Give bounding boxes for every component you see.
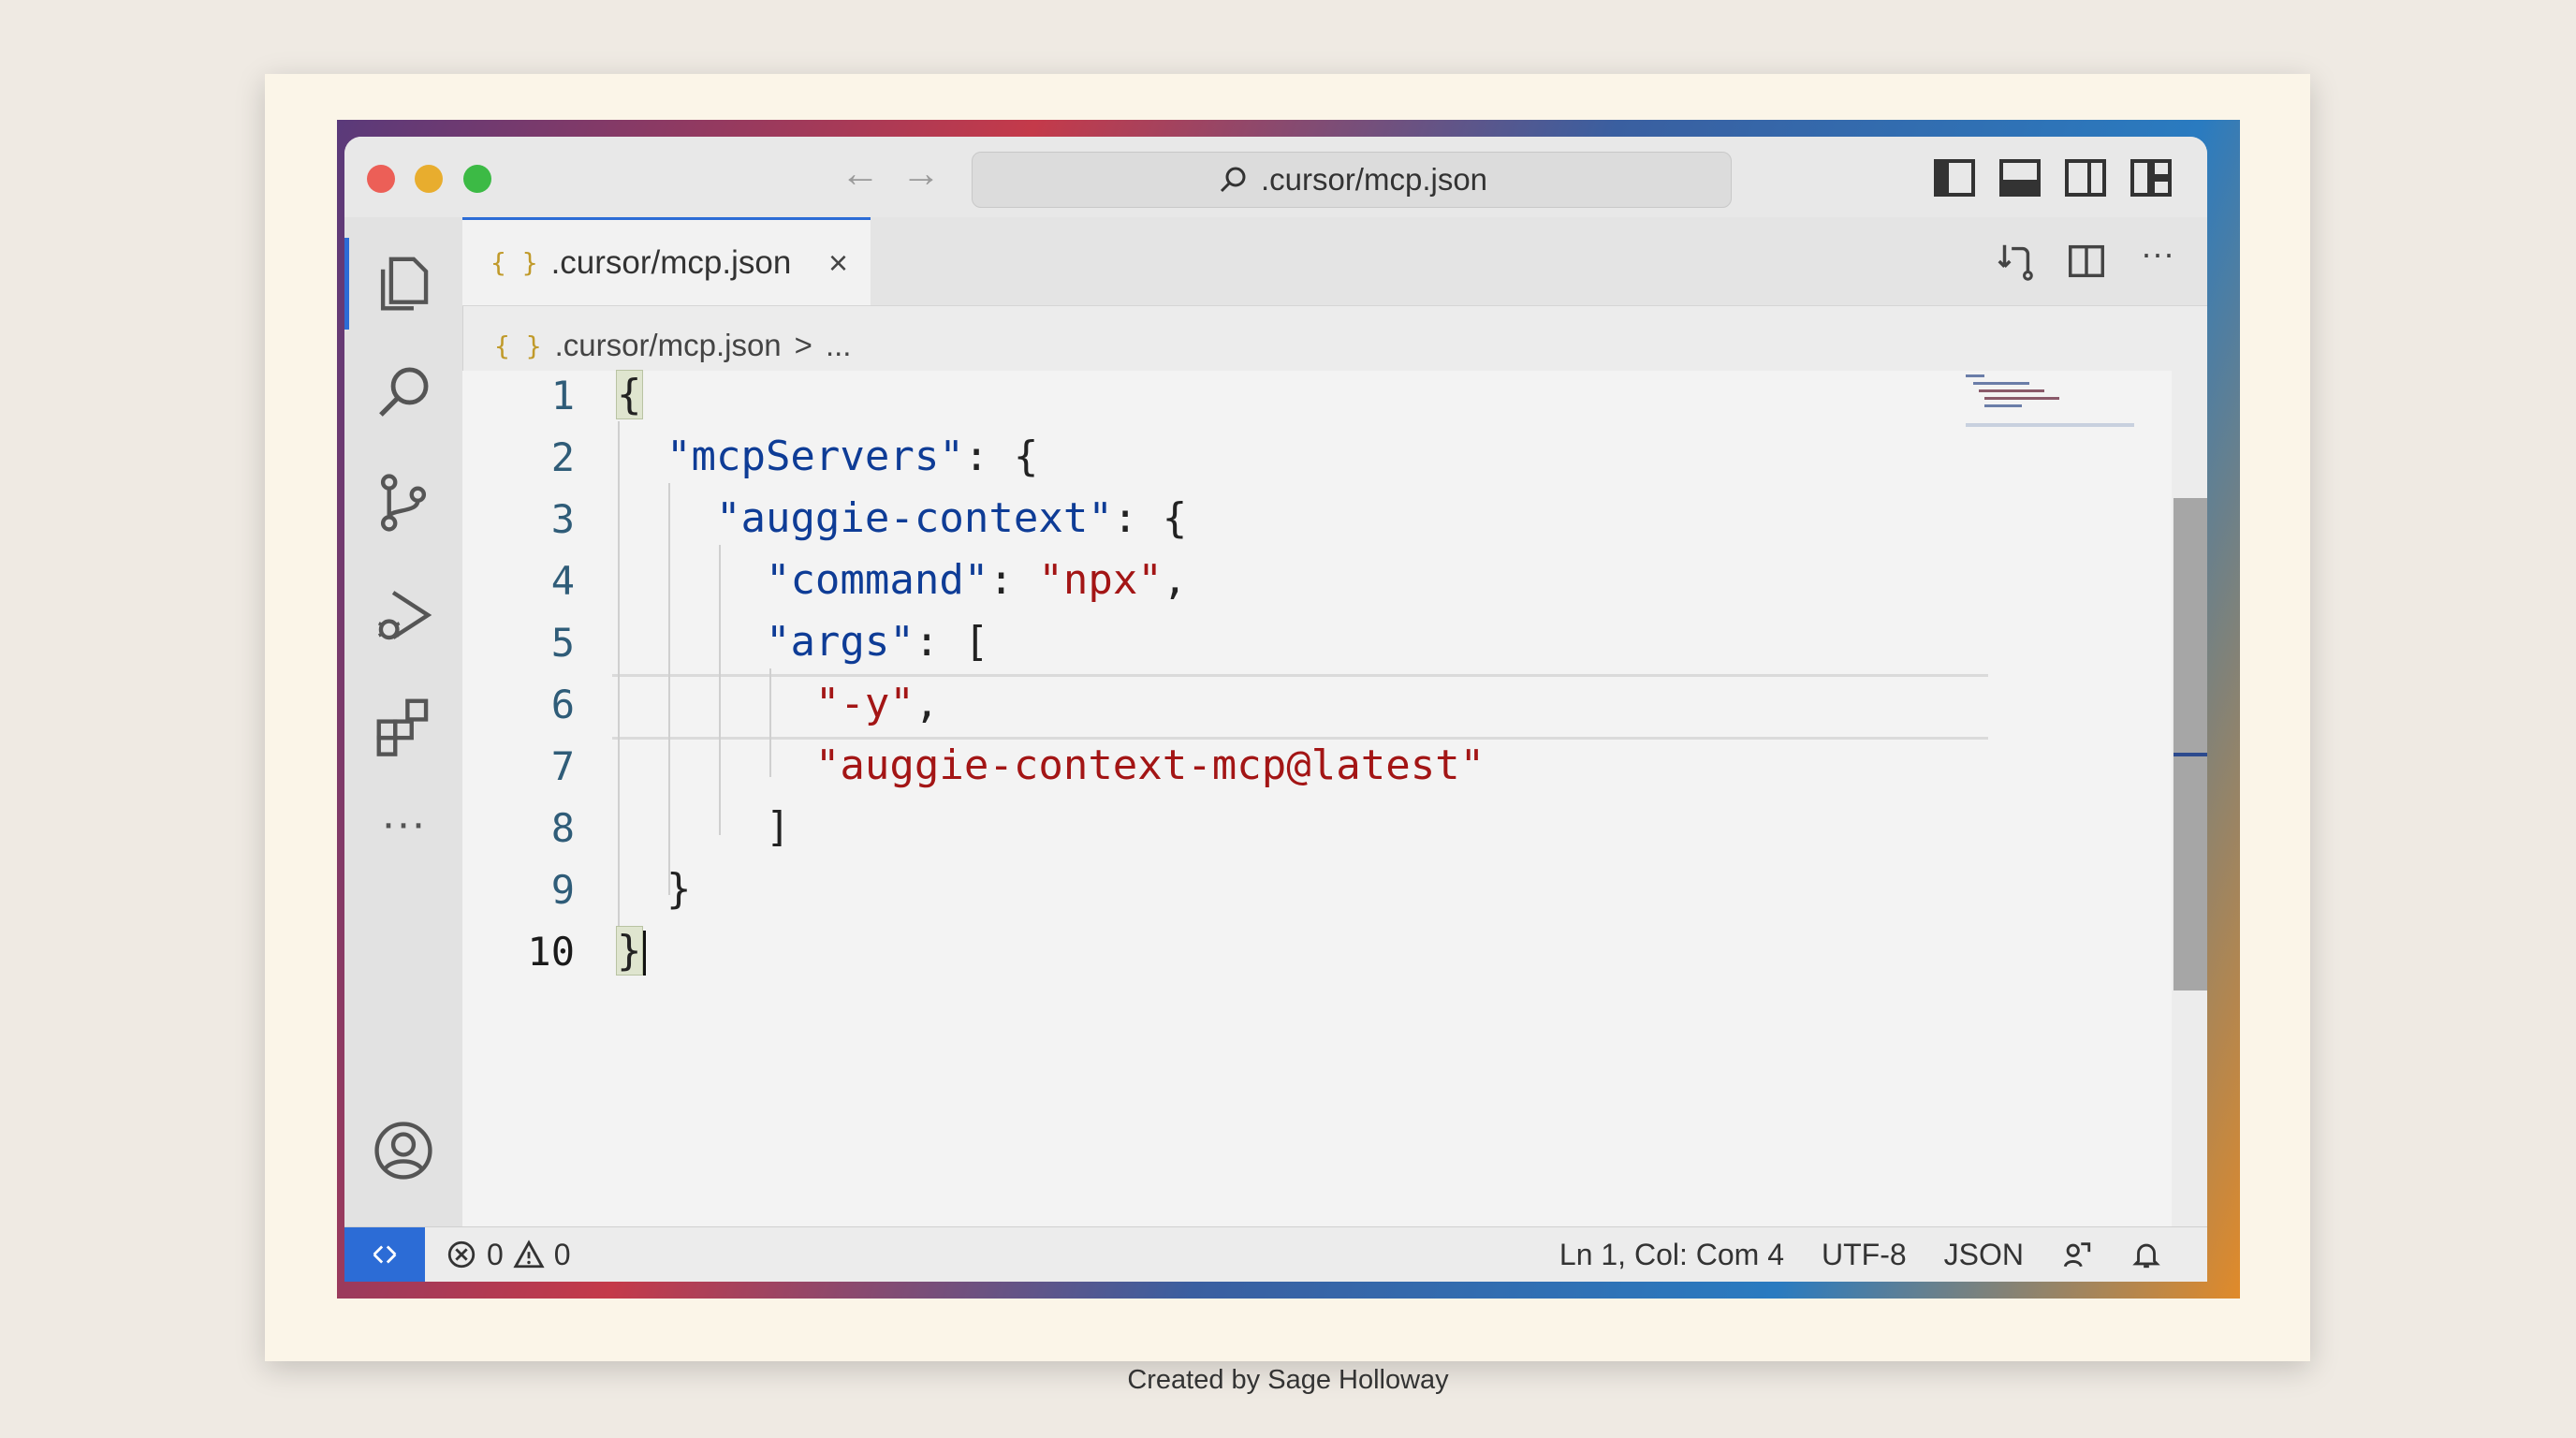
editor-window: ← → .cursor/mcp.json ··· {} .cursor/mcp… (344, 137, 2207, 1282)
warning-count: 0 (553, 1237, 571, 1271)
photo-caption: Created by Sage Holloway (1127, 1365, 1449, 1395)
activity-bar: ··· (344, 217, 463, 1282)
code-line-7: "auggie-context-mcp@latest" (617, 741, 1485, 789)
status-right-items: Ln 1, Col: Com 4 UTF-8 JSON (1559, 1227, 2162, 1282)
json-file-icon: { } (494, 330, 542, 361)
command-center[interactable]: .cursor/mcp.json (972, 152, 1732, 208)
code-line-3: "auggie-context": { (715, 494, 1188, 542)
json-string: "auggie-context-mcp@latest" (814, 741, 1486, 789)
close-window-button[interactable] (367, 165, 395, 193)
json-string: "npx" (1038, 556, 1163, 604)
json-key: "command" (765, 556, 989, 604)
run-debug-icon[interactable] (371, 582, 436, 648)
close-tab-icon[interactable]: × (828, 243, 848, 283)
split-editor-icon[interactable] (2065, 240, 2108, 283)
warning-icon (513, 1240, 545, 1269)
line-number: 9 (550, 867, 575, 913)
remote-indicator[interactable] (344, 1227, 425, 1282)
matching-brace: { (616, 370, 643, 419)
notifications-bell-icon[interactable] (2130, 1239, 2162, 1270)
line-number: 1 (550, 373, 575, 418)
explorer-icon[interactable] (371, 251, 436, 316)
title-bar: ← → .cursor/mcp.json (344, 137, 2207, 218)
code-line-9: } (617, 865, 692, 913)
open-changes-icon[interactable] (1994, 240, 2037, 283)
code-editor[interactable]: 1 2 3 4 5 6 7 8 9 10 { "mcpServers": { "… (462, 370, 2172, 1227)
error-count: 0 (487, 1237, 504, 1271)
breadcrumb-file[interactable]: .cursor/mcp.json (555, 328, 782, 363)
back-arrow-icon[interactable]: ← (841, 154, 880, 193)
remote-icon (373, 1245, 397, 1264)
vertical-scrollbar[interactable] (2174, 498, 2207, 990)
code-line-6: "-y", (814, 680, 940, 727)
tab-bar: { } .cursor/mcp.json × ··· (462, 217, 2207, 306)
line-number: 7 (550, 743, 575, 789)
toggle-primary-sidebar-icon[interactable] (1932, 157, 1977, 198)
toggle-secondary-sidebar-icon[interactable] (2063, 157, 2108, 198)
error-icon (447, 1240, 476, 1269)
maximize-window-button[interactable] (463, 165, 491, 193)
minimize-window-button[interactable] (415, 165, 443, 193)
toggle-panel-icon[interactable] (1998, 157, 2042, 198)
json-key: "mcpServers" (666, 433, 964, 480)
breadcrumb-more[interactable]: ... (826, 328, 852, 363)
problems-indicator[interactable]: 0 0 (446, 1227, 571, 1282)
line-number: 2 (550, 434, 575, 480)
command-center-label: .cursor/mcp.json (1260, 162, 1488, 197)
editor-actions: ··· (1994, 237, 2179, 283)
code-line-10: } (616, 926, 646, 976)
code-line-5: "args": [ (765, 618, 989, 666)
breadcrumb: { } .cursor/mcp.json > ... (494, 322, 851, 369)
forward-arrow-icon[interactable]: → (901, 154, 941, 193)
code-line-2: "mcpServers": { (666, 433, 1039, 480)
more-actions-icon[interactable]: ··· (2136, 237, 2179, 283)
extensions-icon[interactable] (371, 693, 436, 758)
search-icon[interactable] (371, 360, 436, 425)
json-string: "-y" (814, 680, 915, 727)
screen-frame: ← → .cursor/mcp.json ··· {} .cursor/mcp… (337, 120, 2240, 1299)
matching-brace: } (616, 926, 643, 976)
json-key: "auggie-context" (715, 494, 1113, 542)
active-indicator (344, 238, 349, 330)
line-number-current: 10 (527, 929, 575, 975)
more-icon[interactable]: ··· (371, 801, 436, 871)
source-control-icon[interactable] (371, 470, 436, 536)
language-mode[interactable]: JSON (1944, 1238, 2024, 1272)
cursor-position[interactable]: Ln 1, Col: Com 4 (1559, 1238, 1784, 1272)
code-line-4: "command": "npx", (765, 556, 1188, 604)
breadcrumb-separator: > (794, 328, 812, 362)
line-number: 3 (550, 496, 575, 542)
line-number: 5 (550, 620, 575, 666)
line-number: 8 (550, 805, 575, 851)
tab-mcp-json[interactable]: { } .cursor/mcp.json × (462, 217, 871, 305)
json-key: "args" (765, 618, 915, 666)
account-icon[interactable] (371, 1118, 436, 1183)
customize-layout-icon[interactable] (2129, 157, 2174, 198)
line-number: 6 (550, 682, 575, 727)
tab-label: .cursor/mcp.json (550, 243, 792, 281)
json-file-icon: { } (490, 247, 538, 278)
status-bar: 0 0 Ln 1, Col: Com 4 UTF-8 JSON (344, 1226, 2207, 1282)
line-number: 4 (550, 558, 575, 604)
scrollbar-cursor-mark (2174, 753, 2207, 756)
code-line-1: { (616, 370, 643, 419)
minimap[interactable] (1966, 371, 2134, 436)
code-line-8: ] (617, 803, 791, 851)
layout-controls (1932, 157, 2174, 198)
search-icon (1220, 167, 1246, 193)
encoding[interactable]: UTF-8 (1822, 1238, 1907, 1272)
text-cursor (642, 931, 646, 976)
feedback-icon[interactable] (2061, 1239, 2093, 1270)
